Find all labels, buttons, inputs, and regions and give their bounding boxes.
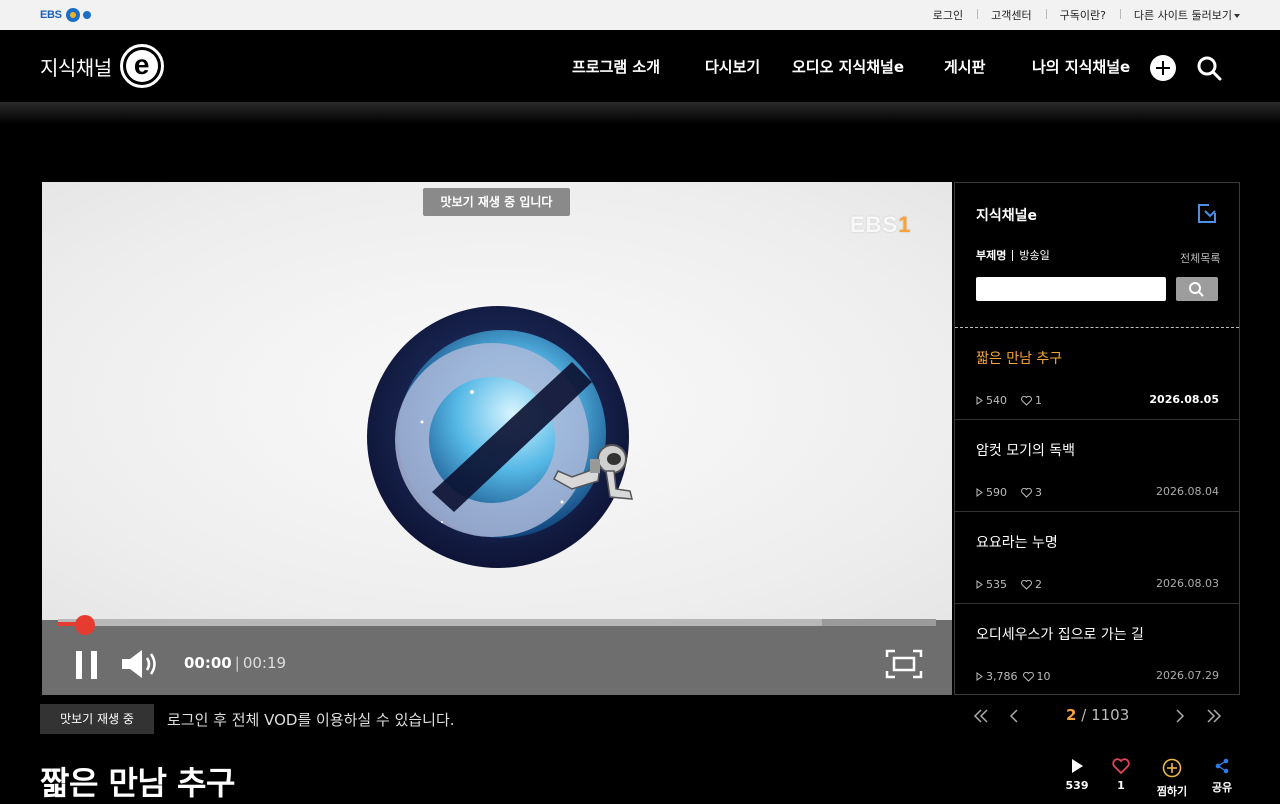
caret-down-icon <box>1234 14 1240 18</box>
other-sites-label: 다른 사이트 둘러보기 <box>1133 9 1232 22</box>
all-list-link[interactable]: 전체목록 <box>1180 250 1220 266</box>
nav-replay[interactable]: 다시보기 <box>705 56 760 77</box>
bookmark-button[interactable]: 찜하기 <box>1152 758 1192 799</box>
episode-date: 2026.08.04 <box>1156 485 1219 498</box>
pager-status: 2 / 1103 <box>1066 706 1130 724</box>
pager-total: 1103 <box>1091 706 1130 724</box>
tab-divider <box>1012 249 1014 261</box>
episode-title: 오디세우스가 집으로 가는 길 <box>976 627 1144 643</box>
expand-list-icon[interactable] <box>1196 203 1218 225</box>
login-link[interactable]: 로그인 <box>919 7 977 23</box>
nav-audio[interactable]: 오디오 지식채널e <box>792 56 904 77</box>
last-page-icon[interactable] <box>1205 707 1223 725</box>
customer-center-link[interactable]: 고객센터 <box>977 7 1045 23</box>
episode-date: 2026.08.03 <box>1156 577 1219 590</box>
nav-program-intro[interactable]: 프로그램 소개 <box>572 56 660 77</box>
channel-watermark: EBS1 <box>850 212 912 237</box>
preview-playing-badge: 맛보기 재생 중 입니다 <box>423 188 570 216</box>
utility-links: 로그인 고객센터 구독이란? 다른 사이트 둘러보기 <box>919 0 1240 30</box>
nav-my-channel[interactable]: 나의 지식채널e <box>1032 56 1130 77</box>
played-bar <box>58 622 76 626</box>
play-count-button[interactable]: 539 <box>1057 758 1097 792</box>
header-shadow <box>0 102 1280 124</box>
episode-item[interactable]: 짧은 만남 추구 540 1 2026.08.05 <box>955 328 1239 420</box>
heart-icon <box>1021 487 1032 498</box>
episode-title: 짧은 만남 추구 <box>976 351 1063 367</box>
episode-date: 2026.08.05 <box>1149 393 1219 406</box>
episode-title: 암컷 모기의 독백 <box>976 443 1076 459</box>
episode-title: 요요라는 누명 <box>976 535 1058 551</box>
panel-title: 지식채널e <box>976 208 1038 224</box>
episode-meta: 590 3 <box>976 486 1042 499</box>
video-player[interactable]: 맛보기 재생 중 입니다 EBS1 00:00 | 00:19 <box>42 182 952 695</box>
episode-item[interactable]: 오디세우스가 집으로 가는 길 3,786 10 2026.07.29 <box>955 604 1239 696</box>
first-page-icon[interactable] <box>972 707 990 725</box>
episode-search-input[interactable] <box>976 277 1166 301</box>
other-sites-dropdown[interactable]: 다른 사이트 둘러보기 <box>1119 7 1240 23</box>
fullscreen-icon[interactable] <box>885 649 923 679</box>
pause-icon[interactable] <box>76 651 98 679</box>
share-button[interactable]: 공유 <box>1202 758 1242 795</box>
episode-panel: 지식채널e 부제명 방송일 전체목록 짧은 만남 추구 540 1 2026.0… <box>954 182 1240 695</box>
episode-date: 2026.07.29 <box>1156 669 1219 682</box>
progress-handle[interactable] <box>74 615 95 635</box>
sort-tabs: 부제명 방송일 <box>976 247 1050 263</box>
plus-icon[interactable] <box>1150 55 1176 81</box>
share-icon <box>1215 758 1229 774</box>
buffered-bar <box>58 619 822 626</box>
episode-item[interactable]: 암컷 모기의 독백 590 3 2026.08.04 <box>955 420 1239 512</box>
time-display: 00:00 | 00:19 <box>184 654 287 672</box>
heart-icon <box>1022 671 1034 682</box>
subscription-link[interactable]: 구독이란? <box>1045 7 1120 23</box>
episode-search-button[interactable] <box>1176 277 1218 301</box>
play-count-icon <box>976 672 983 681</box>
main-nav: 프로그램 소개 다시보기 오디오 지식채널e 게시판 나의 지식채널e <box>0 30 1280 102</box>
ebs-logo-text: EBS <box>40 9 62 21</box>
episode-meta: 3,786 10 <box>976 670 1051 683</box>
add-circle-icon <box>1162 758 1182 778</box>
heart-icon <box>1021 395 1032 406</box>
prev-page-icon[interactable] <box>1006 707 1024 725</box>
next-page-icon[interactable] <box>1170 707 1188 725</box>
ebs-logo-icon <box>65 8 80 22</box>
play-count-icon <box>976 580 983 589</box>
play-count-icon <box>976 396 983 405</box>
player-controls <box>42 620 952 695</box>
like-button[interactable]: 1 <box>1101 758 1141 792</box>
ebs-logo-dot-icon <box>82 11 91 19</box>
preview-status-label: 맛보기 재생 중 <box>40 704 154 734</box>
heart-icon <box>1021 579 1032 590</box>
nav-board[interactable]: 게시판 <box>944 56 985 77</box>
tab-subtitle[interactable]: 부제명 <box>976 247 1006 263</box>
duration: 00:19 <box>242 654 287 672</box>
play-icon <box>1072 759 1083 773</box>
pager-current: 2 <box>1066 706 1077 724</box>
heart-icon <box>1112 758 1130 774</box>
tab-airdate[interactable]: 방송일 <box>1019 247 1049 263</box>
search-icon[interactable] <box>1196 55 1222 81</box>
earth-astronaut-artwork <box>367 306 633 568</box>
ebs-logo[interactable]: EBS <box>40 7 91 23</box>
page-title: 짧은 만남 추구 <box>40 764 235 802</box>
search-icon <box>1189 282 1204 297</box>
current-time: 00:00 <box>184 654 232 672</box>
episode-meta: 535 2 <box>976 578 1042 591</box>
play-count-icon <box>976 488 983 497</box>
episode-item[interactable]: 요요라는 누명 535 2 2026.08.03 <box>955 512 1239 604</box>
login-message: 로그인 후 전체 VOD를 이용하실 수 있습니다. <box>167 711 455 729</box>
episode-meta: 540 1 <box>976 394 1042 407</box>
volume-icon[interactable] <box>120 648 162 680</box>
